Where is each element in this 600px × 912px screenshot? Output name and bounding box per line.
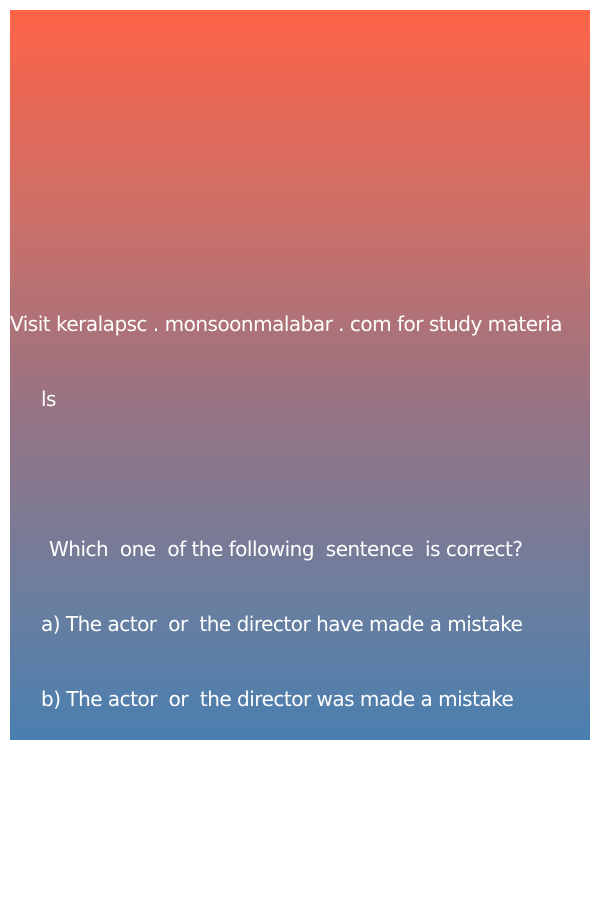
question-text: Which one of the following sentence is c… <box>49 537 523 561</box>
quiz-text-block: Visit keralapsc . monsoonmalabar . com f… <box>10 262 590 912</box>
quiz-card: Visit keralapsc . monsoonmalabar . com f… <box>10 10 590 861</box>
promo-line-1: Visit keralapsc . monsoonmalabar . com f… <box>10 312 563 336</box>
option-a: a) The actor or the director have made a… <box>41 612 523 636</box>
option-d: d) The actor or the director has made a … <box>41 837 510 861</box>
option-b: b) The actor or the director was made a … <box>41 687 514 711</box>
promo-line-2: ls <box>41 387 56 411</box>
option-c: c) The actor or the director were made a… <box>41 762 521 786</box>
